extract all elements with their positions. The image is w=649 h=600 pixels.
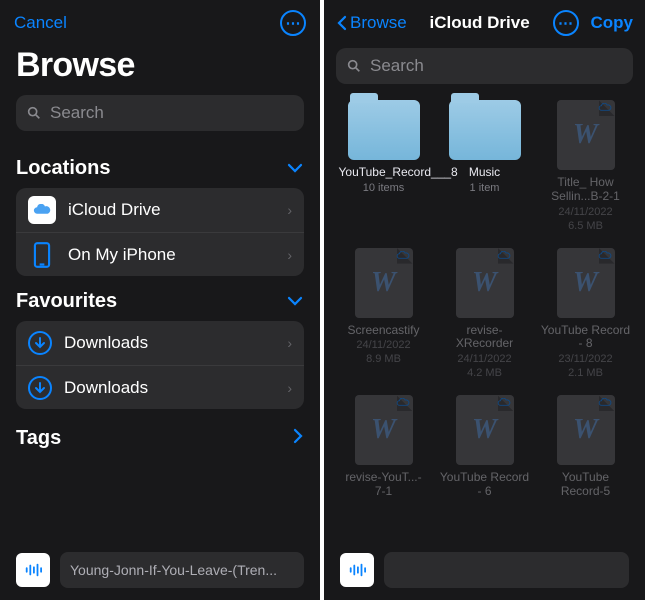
file-item: Wrevise-XRecorder24/11/2022 4.2 MB [439,248,530,380]
back-label: Browse [350,13,407,33]
file-item: W Title_ How Sellin...B-2-1 24/11/2022 6.5 … [540,100,631,232]
favourite-label: Downloads [64,378,148,398]
word-doc-icon: W [557,100,615,170]
locations-section: Locations iCloud Drive › On My iPhone [0,143,320,468]
item-sub: 24/11/2022 [356,339,410,351]
chevron-right-icon: › [287,335,292,351]
search-placeholder: Search [370,56,424,76]
item-sub2: 8.9 MB [366,353,401,365]
word-doc-icon: W [355,248,413,318]
chevron-left-icon [336,14,348,32]
file-item: W YouTube Record - 6 [439,395,530,499]
item-name: YouTube_Record___8 [339,166,429,180]
chevron-right-icon: › [287,380,292,396]
item-sub: 24/11/2022 [457,353,511,365]
item-name: revise-YouT...- 7-1 [339,471,429,499]
downloads-icon [28,376,52,400]
word-doc-icon: W [456,395,514,465]
favourites-title: Favourites [16,290,117,313]
locations-title: Locations [16,157,110,180]
downloads-icon [28,331,52,355]
folder-item[interactable]: YouTube_Record___8 10 items [338,100,429,232]
file-item: W YouTube Record - 823/11/2022 2.1 MB [540,248,631,380]
icloud-drive-pane: Browse iCloud Drive ⋯ Copy Search YouTub… [324,0,645,600]
item-sub: 1 item [470,182,500,194]
locations-header[interactable]: Locations [16,143,304,188]
favourites-header[interactable]: Favourites [16,276,304,321]
favourite-item-downloads-2[interactable]: Downloads › [16,365,304,409]
file-grid: YouTube_Record___8 10 items Music 1 item W Ti… [324,94,645,505]
location-item-on-my-iphone[interactable]: On My iPhone › [16,232,304,276]
file-item: Wrevise-YouT...- 7-1 [338,395,429,499]
item-sub2: 6.5 MB [568,220,603,232]
item-name: revise-XRecorder [440,324,530,352]
chevron-right-icon: › [287,247,292,263]
word-doc-icon: W [355,395,413,465]
search-icon [26,105,42,121]
favourite-item-downloads[interactable]: Downloads › [16,321,304,365]
item-sub2: 4.2 MB [467,367,502,379]
cancel-button[interactable]: Cancel [14,13,67,33]
item-name: YouTube Record-5 [541,471,631,499]
item-sub: 23/11/2022 [558,353,612,365]
search-placeholder: Search [50,103,104,123]
location-label: iCloud Drive [68,200,161,220]
file-item: W YouTube Record-5 [540,395,631,499]
now-playing-bar[interactable]: Young-Jonn-If-You-Leave-(Tren... [16,548,304,592]
item-name: YouTube Record - 8 [541,324,631,352]
audio-icon [340,553,374,587]
iphone-icon [28,241,56,269]
search-input[interactable]: Search [336,48,633,84]
nav-title: iCloud Drive [417,13,543,33]
now-playing-title [384,552,629,588]
location-item-icloud[interactable]: iCloud Drive › [16,188,304,232]
nav-bar: Browse iCloud Drive ⋯ Copy [324,0,645,42]
item-name: Title_ How Sellin...B-2-1 [541,176,631,204]
tags-header[interactable]: Tags [16,409,304,468]
search-icon [346,58,362,74]
more-options-button[interactable]: ⋯ [280,10,306,36]
word-doc-icon: W [557,248,615,318]
back-button[interactable]: Browse [336,13,407,33]
item-name: YouTube Record - 6 [440,471,530,499]
chevron-right-icon [292,427,304,450]
now-playing-bar[interactable] [340,548,629,592]
folder-item[interactable]: Music 1 item [439,100,530,232]
page-title: Browse [0,42,320,95]
chevron-down-icon [286,158,304,179]
word-doc-icon: W [557,395,615,465]
folder-icon [449,100,521,160]
item-sub: 24/11/2022 [558,206,612,218]
search-input[interactable]: Search [16,95,304,131]
item-name: Screencastify [347,324,419,338]
icloud-drive-icon [28,196,56,224]
now-playing-title: Young-Jonn-If-You-Leave-(Tren... [60,552,304,588]
copy-button[interactable]: Copy [591,13,634,33]
item-sub: 10 items [363,182,405,194]
word-doc-icon: W [456,248,514,318]
audio-icon [16,553,50,587]
item-name: Music [469,166,500,180]
file-item: W Screencastify24/11/2022 8.9 MB [338,248,429,380]
folder-icon [348,100,420,160]
favourite-label: Downloads [64,333,148,353]
topbar: Cancel ⋯ [0,0,320,42]
item-sub2: 2.1 MB [568,367,603,379]
location-label: On My iPhone [68,245,176,265]
chevron-down-icon [286,291,304,312]
tags-title: Tags [16,427,61,450]
browse-pane: Cancel ⋯ Browse Search Locations iCloud … [0,0,324,600]
more-options-button[interactable]: ⋯ [553,10,579,36]
chevron-right-icon: › [287,202,292,218]
